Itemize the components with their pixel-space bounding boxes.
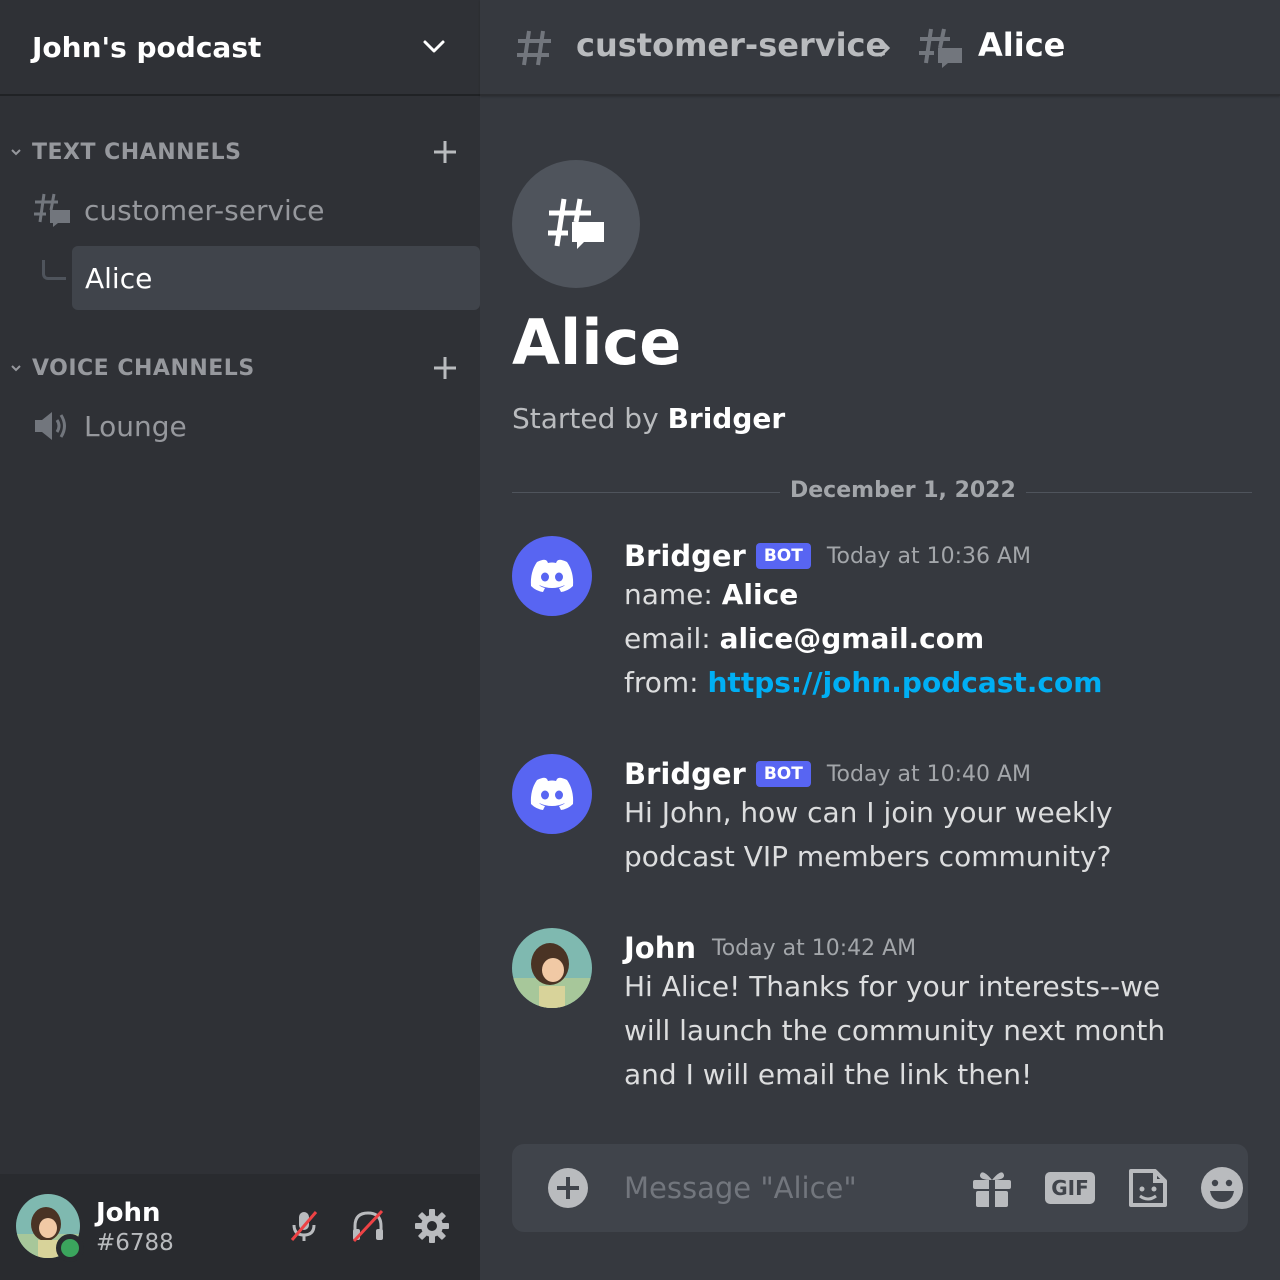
- message-timestamp: Today at 10:42 AM: [712, 935, 917, 961]
- thread-channel-icon: [32, 192, 72, 228]
- top-bar: customer-service Alice: [480, 0, 1280, 96]
- bot-badge: BOT: [755, 543, 811, 569]
- message-author[interactable]: John: [624, 931, 696, 965]
- add-channel-icon[interactable]: [428, 135, 462, 169]
- hash-icon: [514, 28, 554, 68]
- headphones-deafened-icon[interactable]: [346, 1204, 390, 1248]
- emoji-icon[interactable]: [1198, 1164, 1246, 1212]
- breadcrumb-thread: Alice: [978, 26, 1066, 64]
- online-status-icon: [56, 1234, 84, 1262]
- mic-muted-icon[interactable]: [282, 1204, 326, 1248]
- message-link[interactable]: https://john.podcast.com: [708, 666, 1103, 699]
- message-timestamp: Today at 10:36 AM: [826, 543, 1032, 569]
- message-author[interactable]: Bridger: [624, 757, 746, 791]
- message-line: and I will email the link then!: [624, 1058, 1033, 1091]
- message-author[interactable]: Bridger: [624, 539, 746, 573]
- server-header[interactable]: John's podcast: [0, 0, 480, 96]
- field-label: email:: [624, 622, 711, 655]
- channel-name: Lounge: [84, 409, 187, 443]
- message-line: Hi John, how can I join your weekly: [624, 796, 1113, 829]
- gif-label: GIF: [1045, 1172, 1095, 1204]
- message-composer: GIF: [512, 1144, 1248, 1232]
- message-line: from: https://john.podcast.com: [624, 666, 1102, 699]
- discord-logo-icon: [530, 559, 574, 592]
- avatar[interactable]: [512, 536, 592, 616]
- breadcrumb-channel[interactable]: customer-service: [576, 26, 887, 64]
- avatar[interactable]: [512, 928, 592, 1008]
- thread-spine: [42, 260, 66, 280]
- started-by: Started by Bridger: [512, 402, 785, 435]
- bot-badge: BOT: [755, 761, 811, 787]
- started-by-user[interactable]: Bridger: [668, 402, 786, 435]
- discord-logo-icon: [530, 777, 574, 810]
- caret-down-icon: [0, 146, 32, 158]
- user-name: John: [96, 1198, 161, 1228]
- field-value: alice@gmail.com: [719, 622, 985, 655]
- user-tag: #6788: [96, 1230, 174, 1256]
- thread-title: Alice: [512, 306, 682, 379]
- message-header: Bridger BOT Today at 10:40 AM: [624, 754, 1031, 794]
- channel-customer-service[interactable]: customer-service: [0, 180, 480, 240]
- chevron-right-icon: [874, 36, 894, 60]
- server-name: John's podcast: [32, 30, 262, 64]
- channel-lounge[interactable]: Lounge: [0, 396, 480, 456]
- thread-icon: [916, 26, 964, 70]
- message-header: Bridger BOT Today at 10:36 AM: [624, 536, 1031, 576]
- message-line: email: alice@gmail.com: [624, 622, 984, 655]
- category-voice-channels[interactable]: VOICE CHANNELS: [0, 350, 480, 386]
- thread-view: customer-service Alice Alice Started by …: [480, 0, 1280, 1280]
- field-label: name:: [624, 578, 713, 611]
- field-label: from:: [624, 666, 699, 699]
- sticker-icon[interactable]: [1124, 1164, 1172, 1212]
- gif-button[interactable]: GIF: [1045, 1164, 1095, 1212]
- message-line: name: Alice: [624, 578, 798, 611]
- category-text-channels[interactable]: TEXT CHANNELS: [0, 134, 480, 170]
- avatar[interactable]: [512, 754, 592, 834]
- add-channel-icon[interactable]: [428, 351, 462, 385]
- channel-name: customer-service: [84, 193, 325, 227]
- thread-name: Alice: [85, 261, 153, 295]
- caret-down-icon: [0, 362, 32, 374]
- message-line: podcast VIP members community?: [624, 840, 1112, 873]
- message-timestamp: Today at 10:40 AM: [826, 761, 1032, 787]
- field-value: Alice: [721, 578, 799, 611]
- date-divider: December 1, 2022: [780, 478, 1026, 503]
- started-by-label: Started by: [512, 402, 659, 435]
- category-label: TEXT CHANNELS: [32, 139, 242, 165]
- message-input[interactable]: [624, 1168, 954, 1208]
- chevron-down-icon[interactable]: [420, 33, 448, 61]
- message-line: Hi Alice! Thanks for your interests--we: [624, 970, 1161, 1003]
- message-line: will launch the community next month: [624, 1014, 1166, 1047]
- gift-icon[interactable]: [968, 1164, 1016, 1212]
- server-sidebar: John's podcast TEXT CHANNELS customer-se…: [0, 0, 480, 1280]
- speaker-icon: [32, 408, 72, 444]
- category-label: VOICE CHANNELS: [32, 355, 255, 381]
- thread-icon: [512, 160, 640, 288]
- thread-row: Alice: [0, 246, 480, 310]
- gear-icon[interactable]: [410, 1204, 454, 1248]
- add-attachment-icon[interactable]: [546, 1166, 590, 1210]
- sidebar-thread-alice[interactable]: Alice: [72, 246, 480, 310]
- message-header: John Today at 10:42 AM: [624, 928, 916, 968]
- user-panel: John #6788: [0, 1174, 480, 1280]
